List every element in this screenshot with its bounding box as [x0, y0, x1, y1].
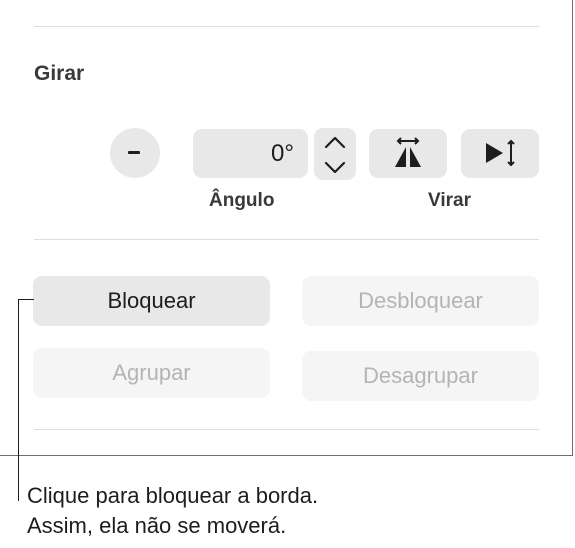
- arrange-panel: Girar 0° Ângulo Virar Bloquear Desbloque…: [0, 0, 573, 456]
- chevron-up-icon: [324, 136, 346, 149]
- top-divider: [34, 26, 539, 27]
- callout-text: Clique para bloquear a borda. Assim, ela…: [27, 481, 318, 541]
- angle-stepper-up[interactable]: [314, 128, 356, 154]
- rotate-dial[interactable]: [110, 128, 160, 178]
- flip-horizontal-button[interactable]: [369, 129, 447, 178]
- group-button[interactable]: Agrupar: [33, 348, 270, 398]
- rotate-dial-icon: [128, 151, 140, 154]
- flip-vertical-icon: [486, 139, 515, 167]
- unlock-button[interactable]: Desbloquear: [302, 276, 539, 326]
- flip-vertical-button[interactable]: [461, 129, 539, 178]
- angle-stepper[interactable]: [314, 128, 356, 180]
- angle-label: Ângulo: [209, 190, 275, 211]
- bottom-divider: [34, 429, 539, 430]
- callout-leader-horizontal: [18, 299, 34, 300]
- callout-leader-vertical: [18, 299, 19, 501]
- angle-stepper-down[interactable]: [314, 154, 356, 180]
- middle-divider: [34, 239, 539, 240]
- ungroup-button[interactable]: Desagrupar: [302, 351, 539, 401]
- flip-horizontal-icon: [395, 137, 421, 167]
- flip-label: Virar: [428, 190, 471, 211]
- rotate-section-title: Girar: [34, 62, 85, 85]
- lock-button[interactable]: Bloquear: [33, 276, 270, 326]
- callout-line-2: Assim, ela não se moverá.: [27, 513, 287, 538]
- angle-input[interactable]: 0°: [193, 129, 308, 178]
- chevron-down-icon: [324, 161, 346, 174]
- callout-line-1: Clique para bloquear a borda.: [27, 483, 319, 508]
